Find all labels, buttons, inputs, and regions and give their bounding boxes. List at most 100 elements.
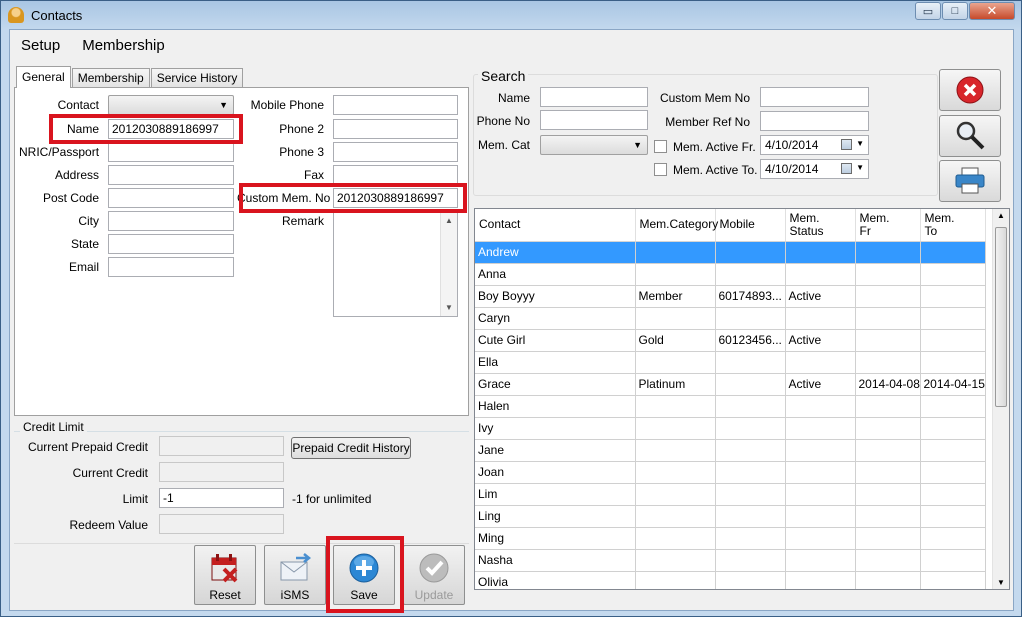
table-cell[interactable]: Platinum xyxy=(635,373,716,396)
search-button[interactable] xyxy=(939,115,1001,157)
column-header[interactable]: Mem. Fr xyxy=(855,209,921,242)
menu-membership[interactable]: Membership xyxy=(71,37,176,54)
table-cell[interactable] xyxy=(715,549,786,572)
table-cell[interactable] xyxy=(785,571,856,589)
table-cell[interactable] xyxy=(855,263,921,286)
table-cell[interactable]: Cute Girl xyxy=(475,329,636,352)
active-to-checkbox[interactable] xyxy=(654,163,667,176)
table-cell[interactable] xyxy=(715,571,786,589)
table-cell[interactable] xyxy=(635,417,716,440)
phone3-field[interactable] xyxy=(333,142,458,162)
table-cell[interactable] xyxy=(715,307,786,330)
search-memcat-combo[interactable]: ▼ xyxy=(540,135,648,155)
table-cell[interactable] xyxy=(635,263,716,286)
table-cell[interactable] xyxy=(920,285,986,308)
table-row[interactable]: Halen xyxy=(475,395,986,418)
table-cell[interactable] xyxy=(920,439,986,462)
table-cell[interactable]: Lim xyxy=(475,483,636,506)
table-cell[interactable] xyxy=(715,505,786,528)
table-cell[interactable] xyxy=(855,329,921,352)
table-row[interactable]: Olivia xyxy=(475,571,986,589)
table-cell[interactable] xyxy=(715,527,786,550)
table-cell[interactable] xyxy=(635,241,716,264)
table-cell[interactable] xyxy=(635,351,716,374)
table-cell[interactable] xyxy=(855,395,921,418)
table-cell[interactable] xyxy=(785,505,856,528)
table-row[interactable]: Grace Platinum Active 2014-04-08 2014-04-15 xyxy=(475,373,986,396)
remark-scrollbar[interactable]: ▲ ▼ xyxy=(440,212,457,316)
table-cell[interactable] xyxy=(855,549,921,572)
search-custom-mem-field[interactable] xyxy=(760,87,869,107)
table-cell[interactable] xyxy=(920,241,986,264)
close-window-button[interactable]: ✕ xyxy=(969,2,1015,20)
table-cell[interactable] xyxy=(855,417,921,440)
table-cell[interactable] xyxy=(855,571,921,589)
table-cell[interactable]: Jane xyxy=(475,439,636,462)
clear-search-button[interactable] xyxy=(939,69,1001,111)
table-row[interactable]: Anna xyxy=(475,263,986,286)
table-cell[interactable] xyxy=(635,505,716,528)
table-cell[interactable]: Ivy xyxy=(475,417,636,440)
tab-service-history[interactable]: Service History xyxy=(150,68,244,87)
table-cell[interactable] xyxy=(920,549,986,572)
table-cell[interactable] xyxy=(920,483,986,506)
table-cell[interactable] xyxy=(715,439,786,462)
table-cell[interactable] xyxy=(715,241,786,264)
table-cell[interactable] xyxy=(855,461,921,484)
table-cell[interactable] xyxy=(855,527,921,550)
postcode-field[interactable] xyxy=(108,188,234,208)
table-cell[interactable]: Member xyxy=(635,285,716,308)
table-cell[interactable]: Anna xyxy=(475,263,636,286)
limit-field[interactable]: -1 xyxy=(159,488,284,508)
nric-field[interactable] xyxy=(108,142,234,162)
table-cell[interactable] xyxy=(920,263,986,286)
tab-membership[interactable]: Membership xyxy=(71,68,150,87)
table-cell[interactable]: Ella xyxy=(475,351,636,374)
grid-scrollbar[interactable]: ▲ ▼ xyxy=(992,209,1009,589)
table-cell[interactable] xyxy=(920,571,986,589)
table-cell[interactable] xyxy=(785,549,856,572)
table-cell[interactable] xyxy=(715,351,786,374)
search-name-field[interactable] xyxy=(540,87,648,107)
table-cell[interactable] xyxy=(855,307,921,330)
email-field[interactable] xyxy=(108,257,234,277)
reset-button[interactable]: Reset xyxy=(194,545,256,605)
active-to-date[interactable]: 4/10/2014 ▼ xyxy=(760,159,869,179)
print-button[interactable] xyxy=(939,160,1001,202)
table-cell[interactable] xyxy=(920,527,986,550)
table-row[interactable]: Ming xyxy=(475,527,986,550)
table-cell[interactable]: Caryn xyxy=(475,307,636,330)
table-cell[interactable] xyxy=(785,483,856,506)
table-row[interactable]: Ling xyxy=(475,505,986,528)
table-cell[interactable] xyxy=(715,373,786,396)
contact-combo[interactable]: ▼ xyxy=(108,95,234,115)
phone2-field[interactable] xyxy=(333,119,458,139)
table-cell[interactable]: 2014-04-08 xyxy=(855,373,921,396)
search-member-ref-field[interactable] xyxy=(760,111,869,131)
minimize-button[interactable]: ▭ xyxy=(915,2,941,20)
table-row[interactable]: Ivy xyxy=(475,417,986,440)
update-button[interactable]: Update xyxy=(403,545,465,605)
fax-field[interactable] xyxy=(333,165,458,185)
table-cell[interactable]: 60174893... xyxy=(715,285,786,308)
table-cell[interactable]: Nasha xyxy=(475,549,636,572)
table-cell[interactable]: Active xyxy=(785,373,856,396)
active-from-date[interactable]: 4/10/2014 ▼ xyxy=(760,135,869,155)
table-cell[interactable] xyxy=(635,461,716,484)
table-cell[interactable]: Active xyxy=(785,285,856,308)
table-cell[interactable] xyxy=(785,307,856,330)
table-cell[interactable] xyxy=(855,505,921,528)
table-cell[interactable] xyxy=(785,417,856,440)
table-cell[interactable] xyxy=(920,417,986,440)
column-header[interactable]: Mem.Category xyxy=(635,209,718,242)
table-cell[interactable] xyxy=(855,351,921,374)
table-cell[interactable] xyxy=(920,505,986,528)
table-row[interactable]: Jane xyxy=(475,439,986,462)
table-cell[interactable] xyxy=(635,571,716,589)
tab-general[interactable]: General xyxy=(16,66,71,88)
table-cell[interactable] xyxy=(635,549,716,572)
table-row[interactable]: Andrew xyxy=(475,241,986,264)
table-cell[interactable]: Halen xyxy=(475,395,636,418)
table-row[interactable]: Lim xyxy=(475,483,986,506)
prepaid-credit-history-button[interactable]: Prepaid Credit History xyxy=(291,437,411,459)
